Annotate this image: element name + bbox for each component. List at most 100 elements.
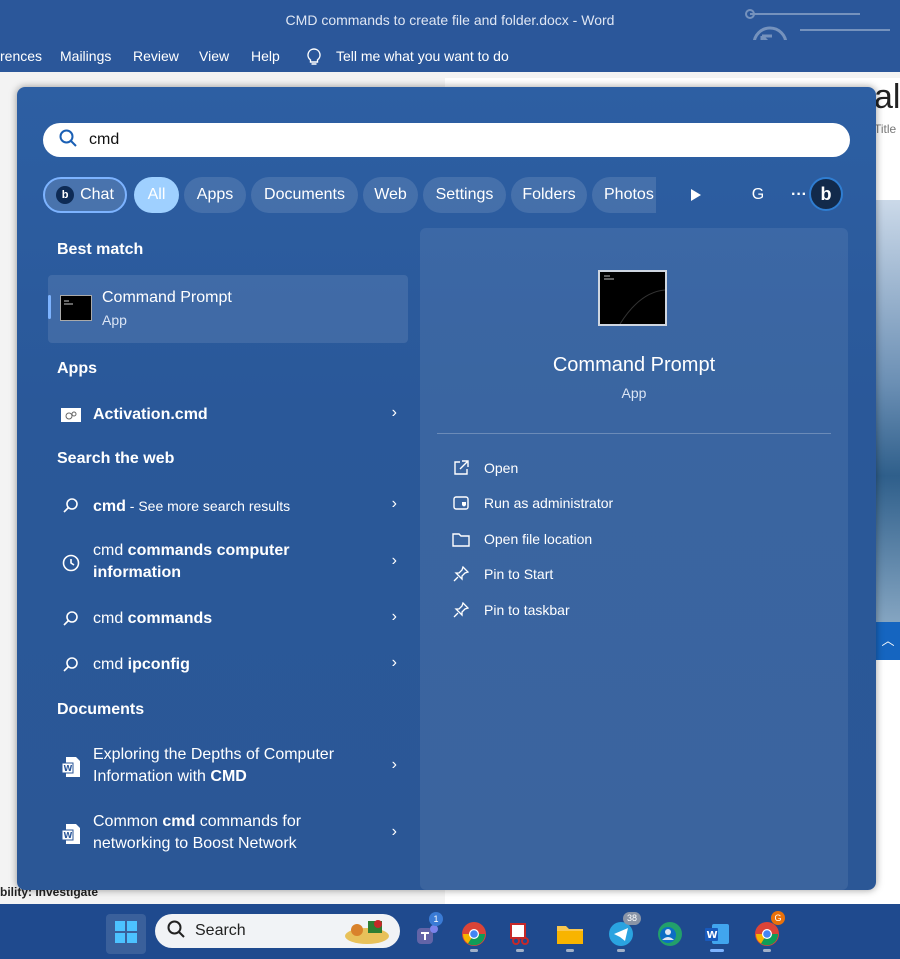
- filter-settings[interactable]: Settings: [423, 177, 506, 213]
- pin-to-start-action[interactable]: Pin to Start: [450, 562, 750, 586]
- web-result-normal: cmd: [93, 656, 128, 673]
- document-result-1[interactable]: W Exploring the Depths of Computer Infor…: [57, 744, 397, 790]
- apps-heading: Apps: [57, 360, 97, 377]
- chevron-up-icon[interactable]: ︿: [876, 622, 900, 660]
- filter-apps[interactable]: Apps: [184, 177, 246, 213]
- selection-indicator: [48, 295, 51, 319]
- running-indicator: [763, 949, 771, 952]
- chevron-right-icon: ›: [391, 552, 397, 569]
- folder-icon: [450, 528, 472, 550]
- telegram-icon[interactable]: 38: [601, 912, 641, 954]
- chevron-right-icon: ›: [391, 608, 397, 625]
- script-file-icon: [59, 403, 83, 427]
- file-explorer-icon[interactable]: [550, 914, 590, 954]
- chevron-right-icon: ›: [391, 823, 397, 840]
- chrome-profile-icon[interactable]: G: [747, 911, 787, 954]
- edge-profile-icon[interactable]: [650, 914, 690, 954]
- word-titlebar: CMD commands to create file and folder.d…: [0, 0, 900, 62]
- filter-photos[interactable]: Photos: [592, 177, 656, 213]
- taskbar-search[interactable]: Search: [155, 914, 400, 948]
- ribbon-tab-review[interactable]: Review: [133, 48, 179, 64]
- open-action[interactable]: Open: [450, 456, 750, 480]
- web-result-4[interactable]: cmd ipconfig ›: [57, 653, 397, 677]
- bing-chat-icon: b: [56, 186, 75, 204]
- document-title-rest: commands for: [195, 813, 302, 830]
- web-result-3[interactable]: cmd commands ›: [57, 607, 397, 631]
- filter-web[interactable]: Web: [363, 177, 418, 213]
- running-indicator: [470, 949, 478, 952]
- running-indicator: [516, 949, 524, 952]
- side-image: [876, 200, 900, 660]
- app-result-activation[interactable]: Activation.cmd ›: [57, 403, 397, 427]
- filter-documents[interactable]: Documents: [251, 177, 358, 213]
- command-prompt-large-icon: [598, 270, 667, 326]
- ribbon-tab-mailings[interactable]: Mailings: [60, 48, 111, 64]
- filter-bar: b Chat All Apps Documents Web Settings F…: [43, 177, 853, 213]
- open-file-location-action[interactable]: Open file location: [450, 527, 750, 551]
- svg-text:W: W: [64, 764, 73, 773]
- filter-folders[interactable]: Folders: [511, 177, 587, 213]
- web-result-bold: cmd: [93, 498, 126, 515]
- teams-badge: 1: [429, 912, 443, 926]
- chevron-right-icon: ›: [391, 404, 397, 421]
- web-result-2[interactable]: cmd commands computer information ›: [57, 540, 397, 586]
- snipping-tool-icon[interactable]: [500, 914, 540, 954]
- search-input[interactable]: cmd: [43, 123, 850, 157]
- preview-app-type: App: [621, 385, 647, 401]
- ribbon-tab-view[interactable]: View: [199, 48, 229, 64]
- search-query: cmd: [89, 131, 120, 148]
- word-app-icon[interactable]: W: [697, 914, 737, 954]
- run-as-admin-action[interactable]: Run as administrator: [450, 491, 750, 515]
- style-title-label[interactable]: Title: [874, 122, 896, 136]
- ribbon-tab-references[interactable]: rences: [0, 48, 42, 64]
- result-preview-pane: Command Prompt App Open Run as administr…: [420, 228, 848, 890]
- window-title: CMD commands to create file and folder.d…: [285, 12, 615, 28]
- search-icon: [59, 607, 83, 631]
- web-result-normal: cmd: [93, 542, 128, 559]
- search-icon: [59, 494, 83, 518]
- tell-me-search[interactable]: Tell me what you want to do: [336, 48, 509, 64]
- pin-icon: [450, 563, 472, 585]
- search-icon: [59, 129, 77, 152]
- chevron-right-icon: ›: [391, 654, 397, 671]
- web-result-bold: commands computer: [127, 542, 290, 559]
- document-title-normal: Common: [93, 813, 163, 830]
- filter-all[interactable]: All: [134, 177, 179, 213]
- document-result-2[interactable]: W Common cmd commands for networking to …: [57, 811, 397, 857]
- action-label: Pin to taskbar: [484, 602, 570, 618]
- running-indicator: [710, 949, 724, 952]
- start-button[interactable]: [106, 914, 146, 954]
- chrome-icon[interactable]: [454, 914, 494, 954]
- action-label: Open: [484, 460, 519, 476]
- shield-icon: [450, 492, 472, 514]
- document-title-bold: cmd: [162, 813, 196, 830]
- word-ribbon: rences Mailings Review View Help Tell me…: [0, 40, 900, 72]
- chevron-right-icon: ›: [391, 756, 397, 773]
- search-web-heading: Search the web: [57, 450, 175, 467]
- pin-icon: [450, 599, 472, 621]
- teams-icon[interactable]: 1: [407, 912, 447, 954]
- play-icon[interactable]: [681, 177, 711, 213]
- web-result-1[interactable]: cmd - See more search results ›: [57, 494, 397, 518]
- web-result-normal: cmd: [93, 610, 128, 627]
- ribbon-tab-help[interactable]: Help: [251, 48, 280, 64]
- bing-logo-icon[interactable]: b: [809, 177, 843, 211]
- search-highlight-icon: [342, 916, 392, 951]
- document-title-line2: Information with: [93, 768, 211, 785]
- taskbar: Search 1 38 W G: [0, 904, 900, 959]
- history-icon: [59, 551, 83, 575]
- account-button[interactable]: G: [743, 177, 773, 213]
- windows-logo-icon: [114, 920, 138, 949]
- chevron-right-icon: ›: [391, 495, 397, 512]
- web-result-line2: information: [93, 564, 181, 581]
- svg-text:W: W: [64, 831, 73, 840]
- chat-filter-button[interactable]: b Chat: [43, 177, 127, 213]
- web-result-rest: - See more search results: [125, 498, 291, 514]
- best-match-result[interactable]: Command Prompt App: [48, 275, 408, 343]
- word-document-icon: W: [59, 822, 83, 846]
- search-icon: [167, 920, 185, 943]
- pin-to-taskbar-action[interactable]: Pin to taskbar: [450, 598, 750, 622]
- word-document-icon: W: [59, 755, 83, 779]
- web-result-bold: commands: [127, 610, 213, 627]
- action-label: Open file location: [484, 531, 593, 547]
